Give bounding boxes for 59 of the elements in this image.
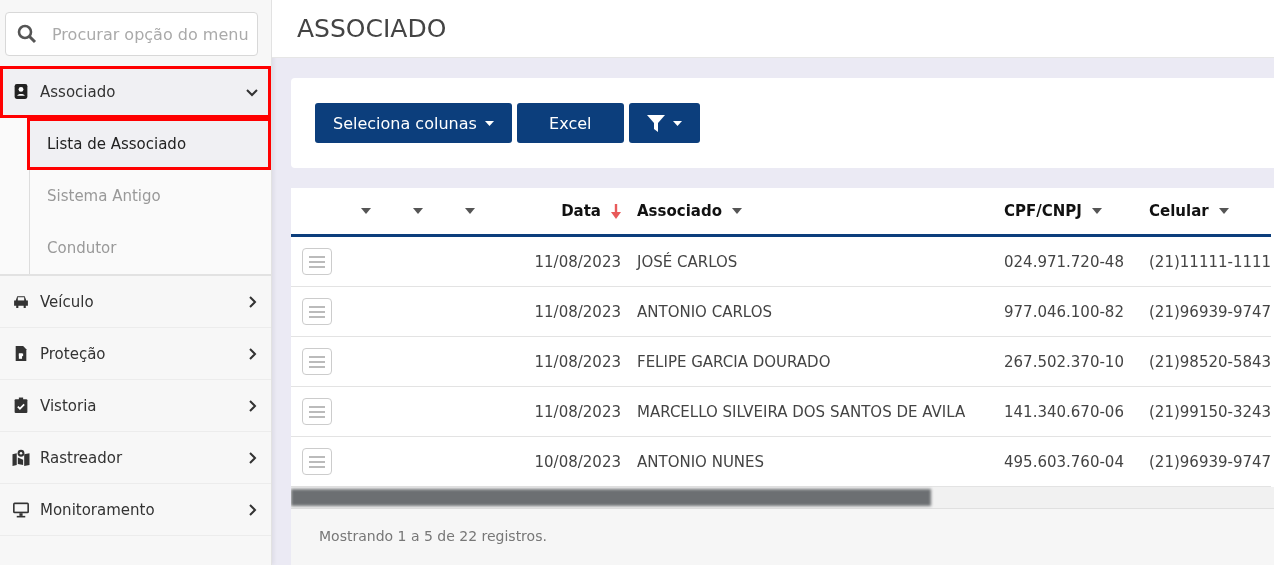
menu-icon [308, 354, 326, 369]
page-title: ASSOCIADO [297, 14, 447, 43]
table-cell: (21)98520-5843 [1149, 352, 1272, 371]
menu-icon [308, 454, 326, 469]
menu-icon [308, 404, 326, 419]
select-columns-button[interactable]: Seleciona colunas [315, 103, 512, 143]
table-cell: JOSÉ CARLOS [637, 252, 738, 271]
caret-down-icon[interactable] [413, 208, 423, 214]
caret-icon [672, 120, 682, 126]
table-cell: (21)99150-3243 [1149, 402, 1272, 421]
table-cell: 11/08/2023 [534, 252, 621, 271]
table-cell: 977.046.100-82 [1004, 302, 1124, 321]
menu-icon [308, 254, 326, 269]
table-cell: (21)11111-1111 [1149, 252, 1272, 271]
menu-item[interactable]: Proteção [0, 328, 271, 380]
table-cell: 141.340.670-06 [1004, 402, 1124, 421]
caret-down-icon[interactable] [361, 208, 371, 214]
column-header[interactable]: CPF/CNPJ [1004, 202, 1082, 220]
menu-item[interactable]: Rastreador [0, 432, 271, 484]
table-cell: 11/08/2023 [534, 302, 621, 321]
table-cell: 10/08/2023 [534, 452, 621, 471]
caret-down-icon[interactable] [731, 208, 742, 214]
caret-down-icon[interactable] [1218, 208, 1229, 214]
table-cell: 11/08/2023 [534, 352, 621, 371]
table-cell: FELIPE GARCIA DOURADO [637, 352, 831, 371]
column-header[interactable]: Data [561, 202, 601, 220]
menu-item[interactable]: Monitoramento [0, 484, 271, 536]
table-cell: 267.502.370-10 [1004, 352, 1124, 371]
caret-icon [484, 120, 494, 126]
table-cell: 11/08/2023 [534, 402, 621, 421]
menu-item[interactable]: Veículo [0, 276, 271, 328]
table-cell: (21)96939-9747 [1149, 452, 1272, 471]
filter-button[interactable] [628, 103, 700, 143]
records-info: Mostrando 1 a 5 de 22 registros. [319, 528, 547, 544]
caret-down-icon[interactable] [465, 208, 475, 214]
scrollbar-thumb[interactable] [291, 489, 931, 506]
map-icon [12, 449, 30, 466]
table-cell: MARCELLO SILVEIRA DOS SANTOS DE AVILA [637, 402, 966, 421]
table-cell: ANTONIO NUNES [637, 452, 765, 471]
car-icon [12, 293, 30, 310]
table-cell: ANTONIO CARLOS [637, 302, 772, 321]
column-header[interactable]: Associado [637, 202, 722, 220]
monitor-icon [12, 501, 30, 518]
menu-item[interactable]: Associado [0, 66, 271, 118]
table-cell: (21)96939-9747 [1149, 302, 1272, 321]
column-header[interactable]: Celular [1149, 202, 1209, 220]
menu-icon [308, 304, 326, 319]
submenu-item[interactable]: Lista de Associado [27, 118, 271, 170]
caret-down-icon[interactable] [1091, 208, 1102, 214]
menu-item[interactable]: Vistoria [0, 380, 271, 432]
clipboard-icon [12, 397, 30, 414]
table-cell: 495.603.760-04 [1004, 452, 1124, 471]
horizontal-scrollbar[interactable] [291, 487, 1274, 509]
sort-down-arrow-icon[interactable] [611, 203, 621, 219]
table-cell: 024.971.720-48 [1004, 252, 1124, 271]
menu-search-field[interactable]: Procurar opção do menu [5, 12, 258, 56]
filter-icon [646, 114, 665, 132]
excel-button[interactable]: Excel [516, 103, 624, 143]
contact-icon [12, 83, 30, 100]
